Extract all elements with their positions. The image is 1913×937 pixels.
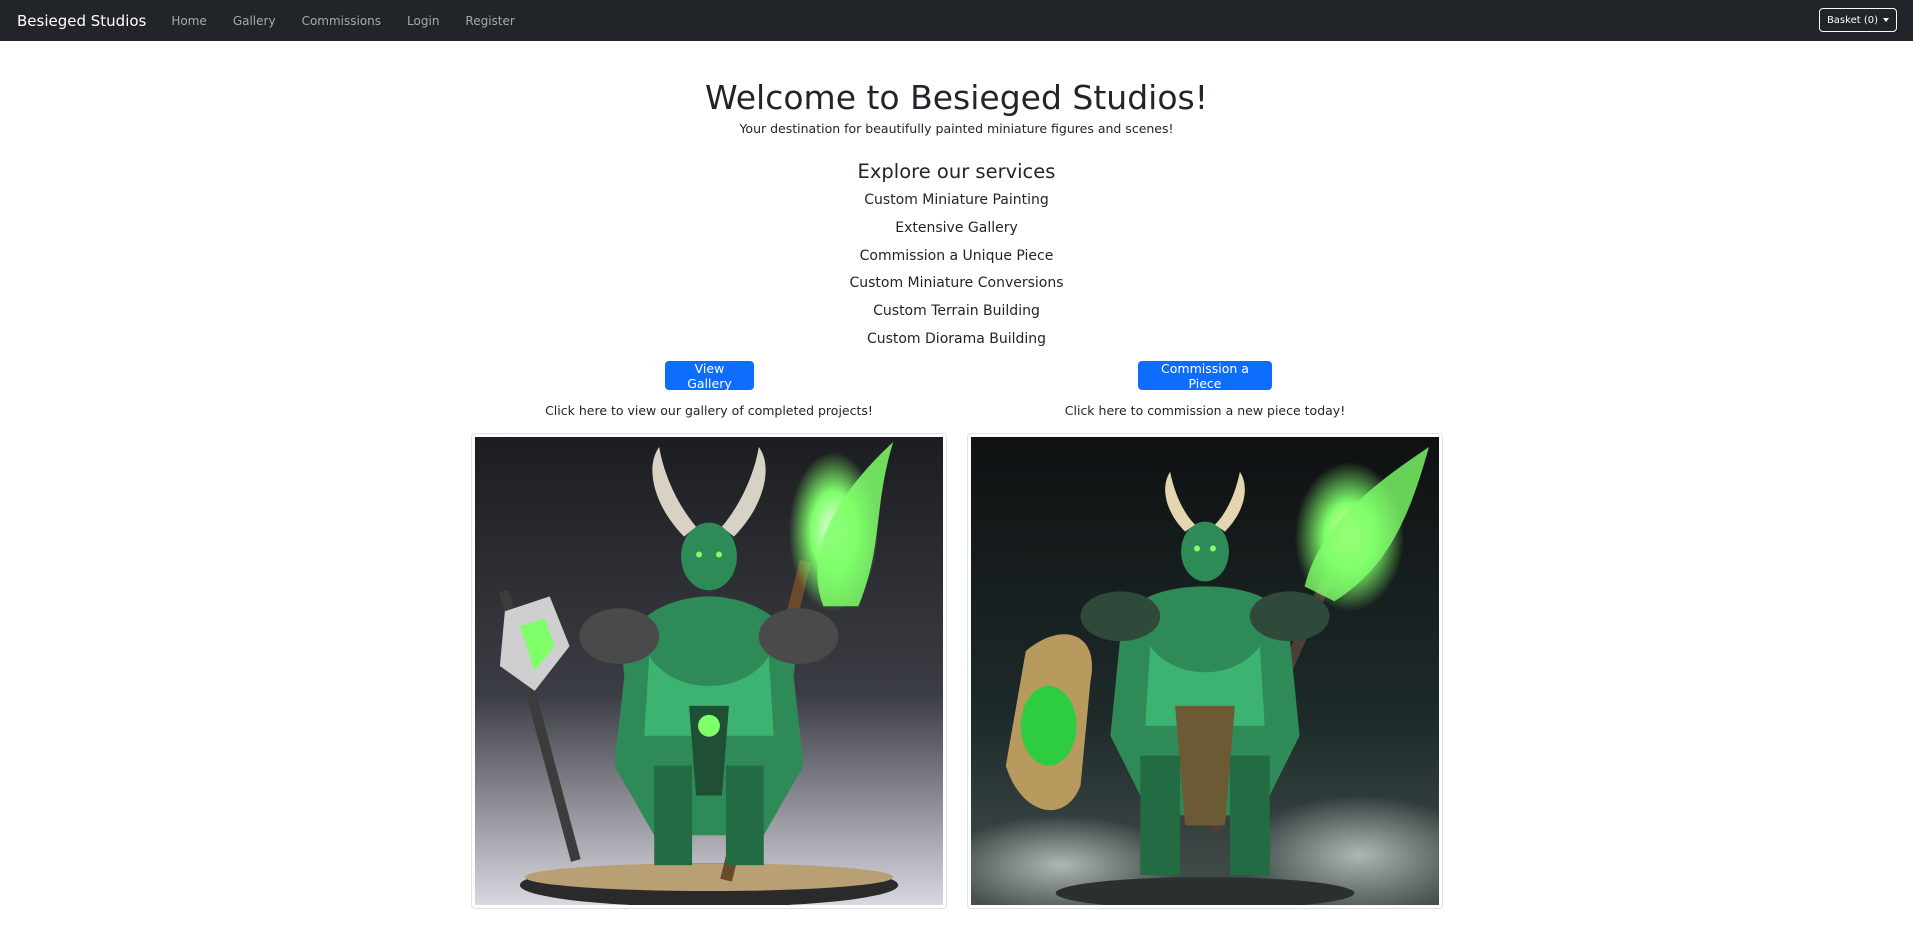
miniature-figure-image-shield <box>971 437 1439 905</box>
commission-caption: Click here to commission a new piece tod… <box>1064 403 1346 418</box>
gallery-image-card[interactable] <box>471 433 947 909</box>
service-item: Custom Miniature Conversions <box>849 275 1064 291</box>
gallery-caption: Click here to view our gallery of comple… <box>545 403 873 418</box>
basket-label: Basket (0) <box>1826 14 1878 26</box>
brand-link[interactable]: Besieged Studios <box>17 12 146 30</box>
view-gallery-button[interactable]: View Gallery <box>665 361 754 391</box>
miniature-figure-image-axe <box>475 437 943 905</box>
nav-register[interactable]: Register <box>465 14 514 28</box>
caret-down-icon <box>1883 18 1889 22</box>
services-heading: Explore our services <box>857 160 1056 183</box>
service-item: Custom Diorama Building <box>866 331 1047 347</box>
service-item: Custom Terrain Building <box>873 303 1040 319</box>
nav-gallery[interactable]: Gallery <box>233 14 276 28</box>
nav-login[interactable]: Login <box>407 14 439 28</box>
page-subtitle: Your destination for beautifully painted… <box>739 121 1174 136</box>
service-item: Custom Miniature Painting <box>864 192 1049 208</box>
commission-piece-button[interactable]: Commission a Piece <box>1138 361 1272 391</box>
basket-dropdown-button[interactable]: Basket (0) <box>1818 8 1897 32</box>
top-navbar: Besieged Studios Home Gallery Commission… <box>0 0 1913 41</box>
service-item: Extensive Gallery <box>895 220 1018 236</box>
service-item: Commission a Unique Piece <box>859 248 1054 264</box>
nav-commissions[interactable]: Commissions <box>302 14 381 28</box>
page-title: Welcome to Besieged Studios! <box>705 78 1208 117</box>
commission-image-card[interactable] <box>967 433 1443 909</box>
nav-home[interactable]: Home <box>171 14 206 28</box>
